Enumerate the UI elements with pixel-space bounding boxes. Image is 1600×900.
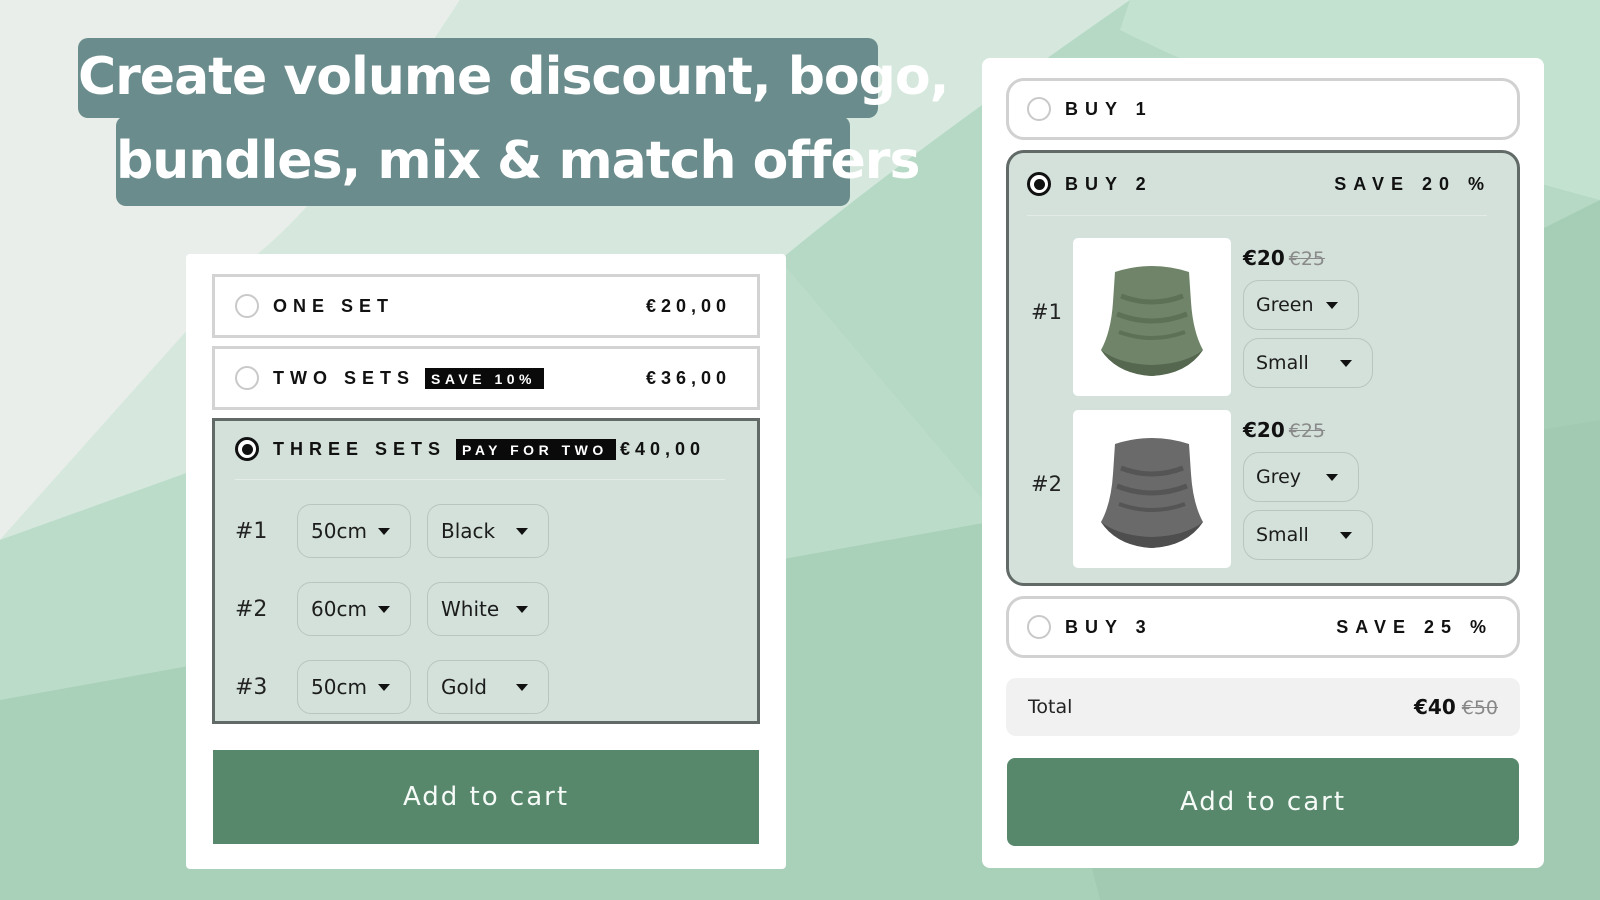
size-select[interactable]: Small — [1243, 510, 1373, 560]
radio-icon[interactable] — [1027, 97, 1051, 121]
size-value: 50cm — [311, 519, 367, 543]
color-value: White — [441, 597, 500, 621]
radio-icon[interactable] — [1027, 615, 1051, 639]
radio-checked-icon[interactable] — [1027, 172, 1051, 196]
divider — [1027, 215, 1487, 216]
option-buy-1[interactable]: BUY 1 — [1006, 78, 1520, 140]
product-image-grey-gaiter — [1073, 410, 1231, 568]
add-to-cart-button[interactable]: Add to cart — [213, 750, 759, 844]
item-price: €20 €25 — [1243, 418, 1325, 442]
caret-down-icon — [1340, 531, 1352, 539]
radio-icon[interactable] — [235, 294, 259, 318]
caret-down-icon — [516, 605, 528, 613]
option-buy-3[interactable]: BUY 3 SAVE 25 % — [1006, 596, 1520, 658]
caret-down-icon — [378, 527, 390, 535]
option-label: BUY 3 — [1065, 616, 1153, 637]
color-select[interactable]: White — [427, 582, 549, 636]
radio-checked-icon[interactable] — [235, 437, 259, 461]
original-price: €25 — [1288, 248, 1326, 270]
total-price: €40 €50 — [1414, 695, 1498, 719]
radio-icon[interactable] — [235, 366, 259, 390]
set-number: #2 — [235, 596, 268, 622]
size-value: 60cm — [311, 597, 367, 621]
bundle-item: #1 €20 €25 Green Small — [1027, 238, 1493, 396]
size-select[interactable]: 60cm — [297, 582, 411, 636]
bundle-item: #2 €20 €25 Grey Small — [1027, 410, 1493, 568]
set-row: #1 50cm Black — [235, 504, 731, 558]
neck-gaiter-icon — [1101, 266, 1203, 376]
option-save: SAVE 20 % — [1334, 173, 1491, 194]
option-save: SAVE 25 % — [1336, 616, 1493, 637]
set-row: #3 50cm Gold — [235, 660, 731, 714]
option-price: €20,00 — [645, 295, 731, 316]
sale-price: €20 — [1243, 418, 1285, 442]
option-price: €40,00 — [619, 438, 705, 459]
caret-down-icon — [516, 683, 528, 691]
headline-line-2: bundles, mix & match offers — [116, 116, 920, 206]
bundle-widget-sets: ONE SET €20,00 TWO SETS SAVE 10% €36,00 … — [186, 254, 786, 869]
discount-badge: SAVE 10% — [425, 367, 544, 389]
option-two-sets[interactable]: TWO SETS SAVE 10% €36,00 — [212, 346, 760, 410]
divider — [235, 479, 725, 480]
total-sale-price: €40 — [1413, 695, 1456, 719]
item-price: €20 €25 — [1243, 246, 1325, 270]
neck-gaiter-icon — [1101, 438, 1203, 548]
color-select[interactable]: Black — [427, 504, 549, 558]
size-value: 50cm — [311, 675, 367, 699]
option-three-sets[interactable]: THREE SETS PAY FOR TWO €40,00 #1 50cm Bl… — [212, 418, 760, 724]
option-label: ONE SET — [273, 295, 395, 316]
total-original-price: €50 — [1461, 697, 1498, 719]
item-number: #2 — [1031, 472, 1062, 496]
option-one-set[interactable]: ONE SET €20,00 — [212, 274, 760, 338]
headline-line-1: Create volume discount, bogo, — [78, 38, 949, 118]
color-select[interactable]: Green — [1243, 280, 1359, 330]
size-value: Small — [1256, 352, 1309, 374]
color-value: Gold — [441, 675, 487, 699]
total-row: Total €40 €50 — [1006, 678, 1520, 736]
caret-down-icon — [1326, 301, 1338, 309]
size-select[interactable]: 50cm — [297, 504, 411, 558]
option-label: THREE SETS — [273, 438, 447, 459]
color-select[interactable]: Gold — [427, 660, 549, 714]
bundle-widget-buy-quantity: BUY 1 BUY 2 SAVE 20 % #1 €20 €25 Green S… — [982, 58, 1544, 868]
set-row: #2 60cm White — [235, 582, 731, 636]
size-value: Small — [1256, 524, 1309, 546]
caret-down-icon — [378, 605, 390, 613]
product-image-green-gaiter — [1073, 238, 1231, 396]
color-value: Green — [1256, 294, 1314, 316]
option-label: TWO SETS — [273, 367, 415, 388]
option-buy-2[interactable]: BUY 2 SAVE 20 % #1 €20 €25 Green Small #… — [1006, 150, 1520, 586]
color-value: Grey — [1256, 466, 1302, 488]
size-select[interactable]: 50cm — [297, 660, 411, 714]
item-number: #1 — [1031, 300, 1062, 324]
total-label: Total — [1028, 696, 1073, 718]
original-price: €25 — [1288, 420, 1326, 442]
sale-price: €20 — [1243, 246, 1285, 270]
size-select[interactable]: Small — [1243, 338, 1373, 388]
discount-badge: PAY FOR TWO — [456, 438, 616, 460]
caret-down-icon — [516, 527, 528, 535]
option-label: BUY 2 — [1065, 173, 1153, 194]
option-price: €36,00 — [645, 367, 731, 388]
option-label: BUY 1 — [1065, 98, 1153, 119]
color-value: Black — [441, 519, 496, 543]
color-select[interactable]: Grey — [1243, 452, 1359, 502]
caret-down-icon — [378, 683, 390, 691]
set-number: #3 — [235, 674, 268, 700]
caret-down-icon — [1326, 473, 1338, 481]
set-number: #1 — [235, 518, 268, 544]
caret-down-icon — [1340, 359, 1352, 367]
add-to-cart-button[interactable]: Add to cart — [1007, 758, 1519, 846]
